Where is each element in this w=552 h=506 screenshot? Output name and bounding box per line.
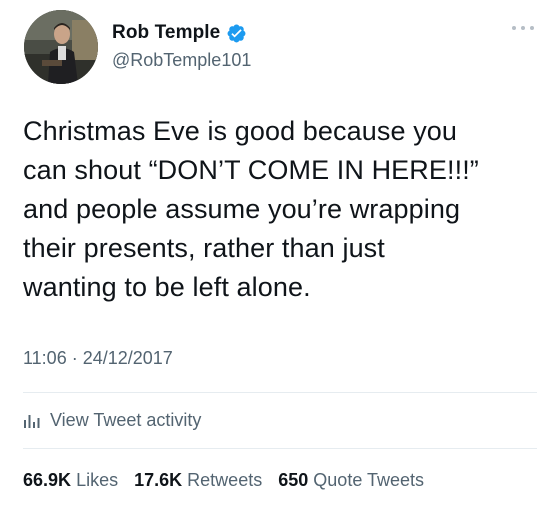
verified-badge-icon <box>226 23 247 44</box>
analytics-bars-icon <box>23 411 41 429</box>
divider <box>23 448 537 449</box>
avatar-photo <box>24 10 98 84</box>
likes-count: 66.9K <box>23 470 72 490</box>
view-tweet-activity-label: View Tweet activity <box>50 409 202 430</box>
tweet-timestamp[interactable]: 11:06 · 24/12/2017 <box>23 348 173 369</box>
quote-tweets-stat[interactable]: 650 Quote Tweets <box>278 470 424 490</box>
tweet-text: Christmas Eve is good because you can sh… <box>23 116 479 302</box>
likes-stat[interactable]: 66.9K Likes <box>23 470 118 490</box>
quote-tweets-count: 650 <box>278 470 309 490</box>
retweets-label: Retweets <box>187 470 263 490</box>
more-options-icon[interactable] <box>512 22 534 34</box>
view-tweet-activity-link[interactable]: View Tweet activity <box>23 407 201 433</box>
retweets-stat[interactable]: 17.6K Retweets <box>134 470 262 490</box>
avatar[interactable] <box>24 10 98 84</box>
divider <box>23 392 537 393</box>
author-name-row[interactable]: Rob Temple <box>112 20 247 46</box>
display-name[interactable]: Rob Temple <box>112 22 220 44</box>
engagement-stats: 66.9K Likes 17.6K Retweets 650 Quote Twe… <box>23 470 435 491</box>
retweets-count: 17.6K <box>134 470 183 490</box>
tweet-card: Rob Temple @RobTemple101 Christmas Eve i… <box>0 0 552 506</box>
likes-label: Likes <box>76 470 119 490</box>
quote-tweets-label: Quote Tweets <box>313 470 425 490</box>
author-handle[interactable]: @RobTemple101 <box>112 50 251 71</box>
